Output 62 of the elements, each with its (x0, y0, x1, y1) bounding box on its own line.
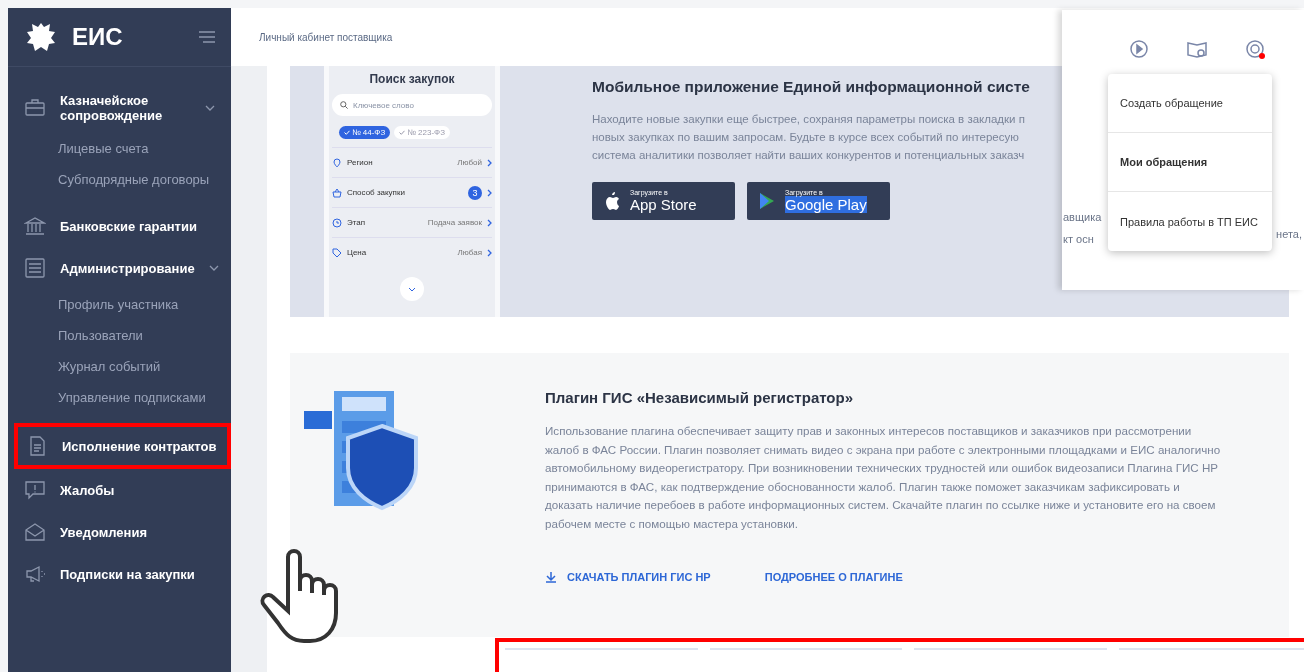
menu-item[interactable]: Создать обращение (1108, 74, 1272, 133)
play-icon[interactable] (1128, 38, 1150, 60)
envelope-icon (24, 521, 46, 543)
chevron-right-icon (487, 248, 492, 257)
chevron-icon[interactable] (205, 105, 215, 111)
partial-text: авщика (1063, 210, 1102, 225)
sidebar-subitem[interactable]: Субподрядные договоры (8, 164, 231, 195)
sidebar-subitem[interactable]: Профиль участника (8, 289, 231, 320)
sidebar-item[interactable]: Исполнение контрактов (14, 423, 231, 469)
basket-icon (332, 187, 342, 198)
alert-icon (24, 479, 46, 501)
phone-filter-row: Регион Любой (332, 147, 492, 177)
sidebar-item[interactable]: Жалобы (8, 471, 231, 509)
sidebar-subitem[interactable]: Управление подписками (8, 382, 231, 413)
sidebar-subitem[interactable]: Журнал событий (8, 351, 231, 382)
chevron-icon[interactable] (208, 265, 219, 271)
play-triangle-icon (759, 192, 775, 210)
partial-text: кт осн (1063, 232, 1095, 247)
chevron-down-icon (408, 286, 416, 292)
law-chip: № 44-ФЗ (339, 126, 391, 139)
sliders-icon (24, 257, 46, 279)
plugin-title: Плагин ГИС «Независимый регистратор» (545, 389, 855, 406)
logo-text: ЕИС (72, 23, 123, 51)
sidebar-subitem[interactable]: Пользователи (8, 320, 231, 351)
search-icon (340, 101, 348, 109)
law-chip: № 223-ФЗ (394, 126, 450, 139)
bank-icon (24, 215, 46, 237)
check-icon (399, 130, 406, 135)
phone-filter-row: Способ закупки 3 (332, 177, 492, 207)
lifebuoy-icon[interactable] (1244, 38, 1266, 60)
menu-item[interactable]: Мои обращения (1108, 133, 1272, 192)
breadcrumb[interactable]: Личный кабинет поставщика (259, 31, 393, 43)
clock-icon (332, 217, 342, 228)
sidebar-item[interactable]: Казначейское сопровождение (8, 85, 231, 131)
banner-text-line: новых закупках по вашим запросам. Будьте в курсе всех событий по интересую (592, 130, 1020, 145)
plugin-link[interactable]: ПОДРОБНЕЕ О ПЛАГИНЕ (764, 571, 903, 583)
banner-title: Мобильное приложение Единой информационной систе (592, 78, 1030, 96)
plugin-description: Использование плагина обеспечивает защиту прав и законных интересов поставщиков и заказчиков при рассмотрении жалоб в ФАС России. Плагин позволяет снимать видео с экрана при работе с электронными площадками и ЕИС аналогично автомобильному видеорегистратору. При возникновении технических трудностей или ошибок видеозаписи Плагина ГИС НР принимаются в ФАС, как подтверждение обоснованности жалоб. Плагин также поможет заказчикам зафиксировать и доказать наличие перебоев в работе информационных систем. Скачайте плагин по ссылке ниже и установите его на своем рабочем месте с помощью мастера установки. (545, 423, 1222, 532)
sidebar-item[interactable]: Банковские гарантии (8, 207, 231, 245)
apple-icon (604, 191, 620, 211)
sidebar-item[interactable]: Уведомления (8, 513, 231, 551)
pin-icon (332, 157, 342, 168)
banner-text-line: система аналитики позволяет найти ваших конкурентов и потенциальных заказч (592, 148, 1026, 163)
chevron-right-icon (487, 158, 492, 167)
briefcase-icon (24, 97, 46, 119)
banner-text-line: Находите новые закупки еще быстрее, сохраняя параметры поиска в закладки п (592, 112, 1026, 127)
sidebar-item[interactable]: Подписки на закупки (8, 555, 231, 593)
sidebar-item[interactable]: Администрирование (8, 249, 231, 287)
download-icon (545, 571, 557, 583)
phone-filter-row: Цена Любая (332, 237, 492, 267)
check-icon (344, 130, 350, 135)
plugin-link[interactable]: СКАЧАТЬ ПЛАГИН ГИС НР (545, 571, 711, 583)
menu-item[interactable]: Правила работы в ТП ЕИС (1108, 192, 1272, 251)
phone-filter-row: Этап Подача заявок (332, 207, 492, 237)
phone-title: Поиск закупок (369, 72, 455, 86)
partial-text: нета, (1276, 228, 1302, 240)
sidebar-subitem[interactable]: Лицевые счета (8, 133, 231, 164)
megaphone-icon (24, 563, 46, 585)
tag-icon (332, 247, 342, 258)
menu-icon[interactable] (199, 31, 215, 43)
chevron-right-icon (487, 188, 492, 197)
chevron-right-icon (487, 218, 492, 227)
